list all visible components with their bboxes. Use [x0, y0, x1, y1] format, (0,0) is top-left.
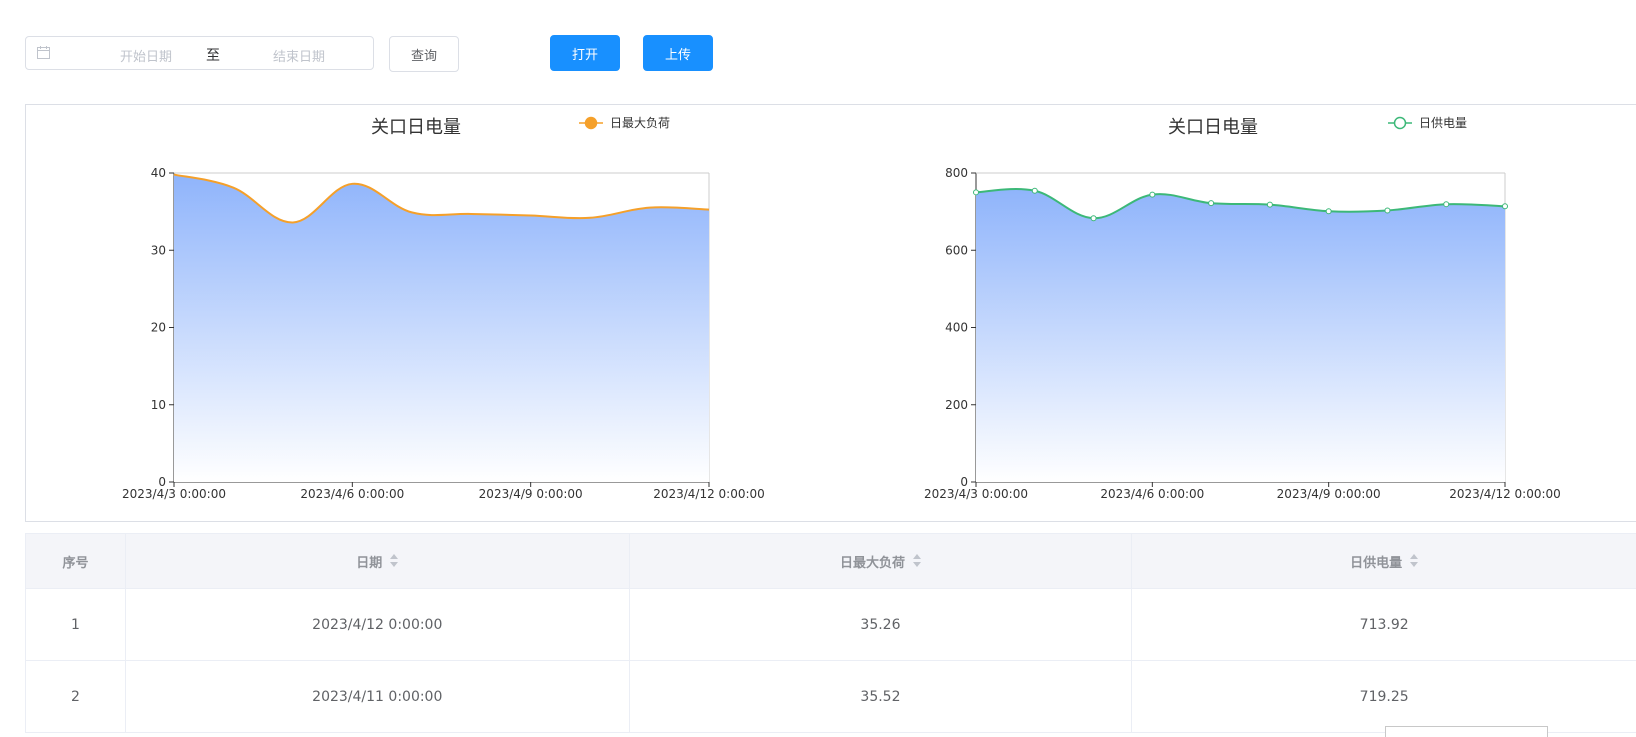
- data-point: [1208, 200, 1215, 207]
- header-index: 序号: [26, 534, 126, 588]
- sort-icon[interactable]: [912, 554, 921, 568]
- series-area: [976, 188, 1505, 482]
- header-supply[interactable]: 日供电量: [1132, 534, 1636, 588]
- header-label: 日最大负荷: [839, 555, 905, 571]
- range-separator: 至: [206, 48, 220, 64]
- calendar-icon: [37, 46, 50, 59]
- sort-icon[interactable]: [390, 554, 399, 568]
- date-range-picker[interactable]: 开始日期 至 结束日期: [25, 36, 374, 70]
- data-point: [973, 189, 979, 196]
- table-row[interactable]: 2 2023/4/11 0:00:00 35.52 719.25: [26, 661, 1636, 733]
- cell-date: 2023/4/11 0:00:00: [126, 661, 630, 732]
- chart-title: 关口日电量: [1168, 117, 1258, 138]
- start-date-input[interactable]: 开始日期: [91, 46, 201, 65]
- header-date[interactable]: 日期: [126, 534, 630, 588]
- table-header-row: 序号 日期 日最大负荷 日供电量: [26, 534, 1636, 589]
- header-label: 日供电量: [1350, 555, 1403, 571]
- legend-label: 日最大负荷: [610, 116, 670, 130]
- series-area: [174, 174, 709, 483]
- header-max-load[interactable]: 日最大负荷: [630, 534, 1133, 588]
- data-point: [1384, 207, 1391, 214]
- x-tick-label: 2023/4/6 0:00:00: [1100, 487, 1204, 501]
- data-point: [1090, 215, 1097, 222]
- x-tick-label: 2023/4/6 0:00:00: [300, 487, 404, 501]
- x-tick-label: 2023/4/3 0:00:00: [122, 487, 226, 501]
- legend-marker-icon: [584, 116, 598, 130]
- x-tick-label: 2023/4/12 0:00:00: [653, 487, 765, 501]
- header-label: 日期: [356, 555, 383, 571]
- chart-title: 关口日电量: [371, 117, 461, 138]
- data-point: [1031, 187, 1038, 194]
- cell-supply: 719.25: [1359, 688, 1409, 705]
- data-point: [1502, 203, 1508, 210]
- y-tick-label: 200: [945, 398, 968, 412]
- y-tick-label: 800: [945, 166, 968, 180]
- data-point: [1149, 191, 1156, 198]
- legend-marker-icon: [1393, 116, 1407, 130]
- y-tick-label: 40: [151, 166, 166, 180]
- open-button[interactable]: 打开: [550, 35, 620, 71]
- x-tick-label: 2023/4/9 0:00:00: [479, 487, 583, 501]
- y-tick-label: 30: [151, 243, 166, 257]
- charts-panel: 关口日电量 日最大负荷 0 10 20 30 40 2023/4/3 0:00:00 2023/…: [25, 104, 1636, 522]
- cell-supply: 713.92: [1359, 616, 1409, 633]
- cell-max-load: 35.26: [630, 589, 1133, 660]
- x-tick-label: 2023/4/12 0:00:00: [1449, 487, 1561, 501]
- toolbar: 开始日期 至 结束日期 查询 打开 上传: [0, 0, 1636, 100]
- data-table: 序号 日期 日最大负荷 日供电量 1 2023/4/12 0:00:00 35.…: [25, 533, 1636, 733]
- cell-date: 2023/4/12 0:00:00: [126, 589, 630, 660]
- end-date-input[interactable]: 结束日期: [244, 46, 354, 65]
- table-row[interactable]: 1 2023/4/12 0:00:00 35.26 713.92: [26, 589, 1636, 661]
- cell-index: 2: [26, 661, 126, 732]
- query-button[interactable]: 查询: [389, 36, 459, 72]
- sort-icon[interactable]: [1410, 554, 1419, 568]
- y-tick-label: 10: [151, 398, 166, 412]
- cell-index: 1: [26, 589, 126, 660]
- x-tick-label: 2023/4/9 0:00:00: [1277, 487, 1381, 501]
- cell-max-load: 35.52: [630, 661, 1133, 732]
- legend-label: 日供电量: [1419, 116, 1467, 130]
- y-tick-label: 20: [151, 321, 166, 335]
- data-point: [1325, 208, 1332, 215]
- y-tick-label: 400: [945, 321, 968, 335]
- data-point: [1266, 201, 1273, 208]
- data-point: [1443, 201, 1450, 208]
- charts-svg: 关口日电量 日最大负荷0102030402023/4/3 0:00:00 2023/…: [122, 116, 1561, 501]
- x-tick-label: 2023/4/3 0:00:00: [924, 487, 1028, 501]
- upload-button[interactable]: 上传: [643, 35, 713, 71]
- y-tick-label: 600: [945, 243, 968, 257]
- header-label: 序号: [62, 555, 89, 571]
